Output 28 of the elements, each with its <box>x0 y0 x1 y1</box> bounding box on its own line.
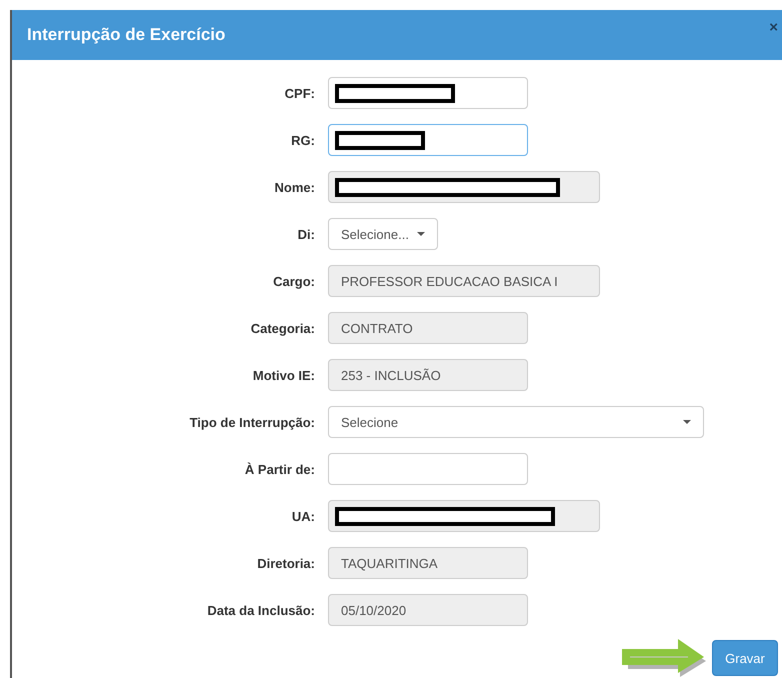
field-label: Tipo de Interrupção: <box>188 414 315 430</box>
field-label: Cargo: <box>272 274 315 288</box>
input-field[interactable]: CONTRATO <box>328 312 528 344</box>
field-label: Nome: <box>274 180 315 194</box>
dropdown[interactable]: Selecione <box>328 406 704 438</box>
input-field[interactable]: TAQUARITINGA <box>328 547 528 579</box>
input-field[interactable] <box>328 124 528 156</box>
field-label: Di: <box>296 226 315 242</box>
field-label: À Partir de: <box>244 462 315 476</box>
dialog-title: Interrupção de Exercício <box>27 25 226 45</box>
field-label: Categoria: <box>250 320 315 336</box>
input-field[interactable] <box>328 453 528 485</box>
input-field[interactable] <box>328 171 600 203</box>
field-label: UA: <box>290 508 315 524</box>
field-label: RG: <box>290 132 315 148</box>
close-button[interactable]: × <box>769 19 782 36</box>
input-field[interactable]: 05/10/2020 <box>328 594 528 626</box>
input-field[interactable] <box>328 500 600 532</box>
field-label: Data da Inclusão: <box>206 602 315 618</box>
field-label: Motivo IE: <box>252 368 315 382</box>
field-label: Diretoria: <box>256 556 315 570</box>
caret-icon <box>683 420 691 424</box>
input-field[interactable] <box>328 77 528 109</box>
input-field[interactable]: PROFESSOR EDUCACAO BASICA I <box>328 265 600 297</box>
dropdown[interactable]: Selecione... <box>328 218 438 250</box>
caret-icon <box>417 232 425 236</box>
field-label: CPF: <box>284 86 315 100</box>
input-field[interactable]: 253 - INCLUSÃO <box>328 359 528 391</box>
